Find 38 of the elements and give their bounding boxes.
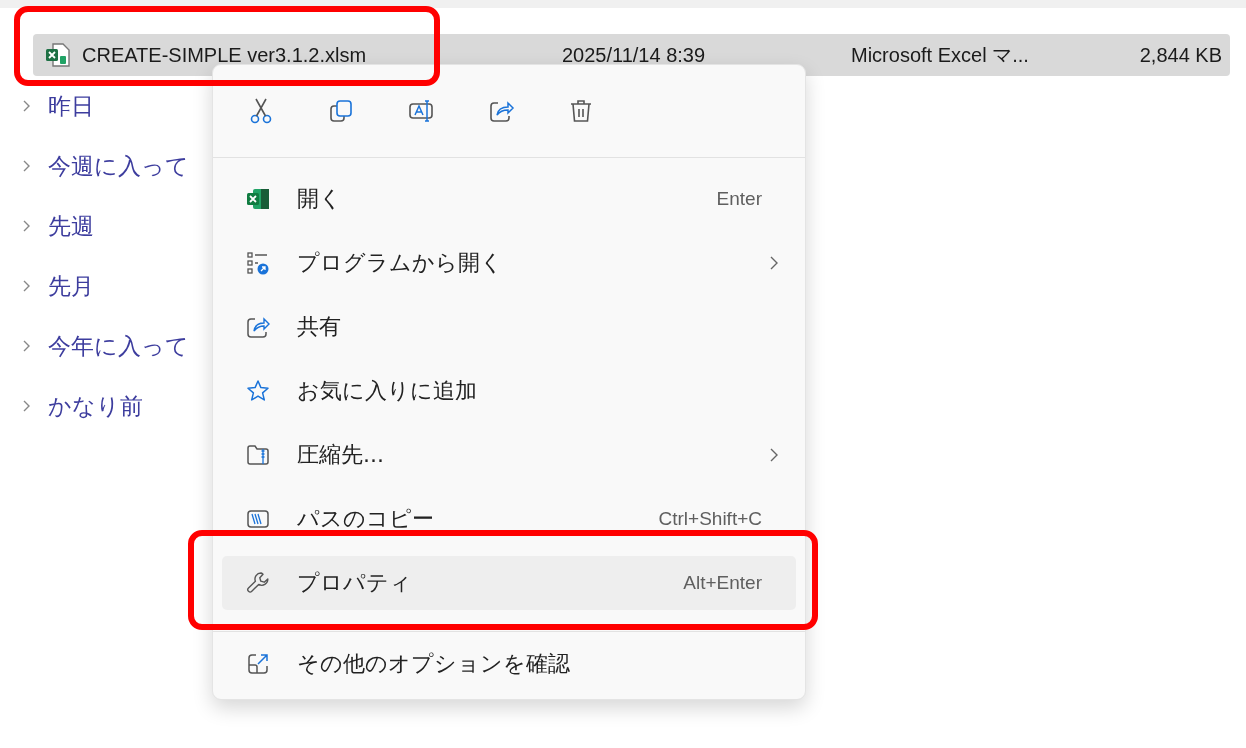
excel-icon — [246, 187, 270, 211]
group-label[interactable]: 先週 — [48, 210, 94, 242]
file-type: Microsoft Excel マ... — [851, 42, 1030, 68]
menu-item[interactable]: 共有 — [222, 300, 796, 354]
external-options-icon — [246, 652, 270, 676]
menu-item[interactable]: お気に入りに追加 — [222, 364, 796, 418]
open-with-icon — [246, 251, 270, 275]
group-label[interactable]: 今週に入って — [48, 150, 189, 182]
menu-item[interactable]: 圧縮先... — [222, 428, 796, 482]
share-icon — [246, 315, 270, 339]
modified-date: 2025/11/14 8:39 — [562, 43, 707, 67]
zip-folder-icon — [246, 443, 270, 467]
menu-label: お気に入りに追加 — [297, 377, 478, 405]
group-label[interactable]: 今年に入って — [48, 330, 189, 362]
menu-label: 共有 — [297, 313, 342, 341]
star-icon — [246, 379, 270, 403]
group-label[interactable]: 昨日 — [48, 90, 94, 122]
shortcut-text: Ctrl+Shift+C — [658, 508, 762, 530]
shortcut-text: Enter — [716, 188, 762, 210]
file-size: 2,844 KB — [1139, 43, 1222, 67]
menu-item[interactable]: プロパティ Alt+Enter — [222, 556, 796, 610]
copy-path-icon — [246, 507, 270, 531]
shortcut-text: Alt+Enter — [683, 572, 762, 594]
menu-label: プログラムから開く — [297, 249, 504, 277]
menu-label: その他のオプションを確認 — [297, 650, 571, 678]
group-label[interactable]: かなり前 — [48, 390, 143, 422]
menu-item[interactable]: プログラムから開く — [222, 236, 796, 290]
menu-label: パスのコピー — [297, 505, 435, 533]
wrench-icon — [246, 571, 270, 595]
menu-item[interactable]: その他のオプションを確認 — [222, 637, 796, 691]
menu-item[interactable]: パスのコピー Ctrl+Shift+C — [222, 492, 796, 546]
menu-label: 圧縮先... — [297, 441, 385, 469]
menu-label: プロパティ — [297, 569, 413, 597]
excel-file-icon — [45, 42, 71, 68]
file-name: CREATE-SIMPLE ver3.1.2.xlsm — [82, 43, 368, 67]
menu-label: 開く — [297, 185, 343, 213]
menu-item[interactable]: 開く Enter — [222, 172, 796, 226]
group-label[interactable]: 先月 — [48, 270, 94, 302]
